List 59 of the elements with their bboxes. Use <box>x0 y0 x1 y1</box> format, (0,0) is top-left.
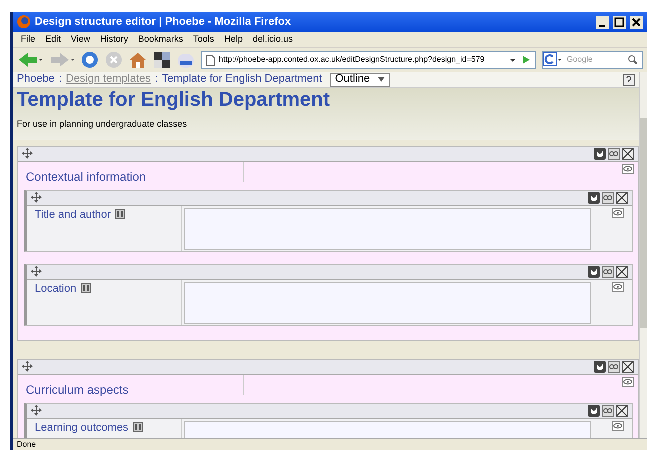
section-title: Contextual information <box>26 170 146 184</box>
close-icon[interactable] <box>616 192 628 204</box>
move-icon[interactable] <box>31 266 42 277</box>
placeholder-text: Google <box>567 54 594 66</box>
breadcrumb-separator: : <box>58 72 62 88</box>
search-engine-icon[interactable] <box>543 52 563 68</box>
menu-item[interactable]: Tools <box>193 32 214 46</box>
breadcrumb-link[interactable]: Template for English Department <box>162 72 322 88</box>
menu-item[interactable]: History <box>100 32 128 46</box>
go-icon <box>521 55 531 65</box>
eye-icon[interactable] <box>622 164 634 174</box>
page-icon <box>206 54 215 66</box>
menu-item[interactable]: Help <box>224 32 243 46</box>
close-icon[interactable] <box>616 404 628 416</box>
move-icon[interactable] <box>31 192 42 203</box>
eye-icon[interactable] <box>622 376 634 386</box>
page-title: Template for English Department <box>17 88 332 112</box>
field-label: Learning outcomes <box>35 420 129 436</box>
section-title: Curriculum aspects <box>26 382 129 396</box>
search-icon[interactable] <box>628 55 638 65</box>
dropdown-icon <box>509 56 517 64</box>
close-button[interactable] <box>630 16 643 28</box>
field-label: Location <box>35 282 77 296</box>
menu-item[interactable]: Edit <box>46 32 62 46</box>
menu-item[interactable]: View <box>71 32 90 46</box>
move-icon[interactable] <box>31 405 42 416</box>
field-label: Title and author <box>35 208 112 222</box>
home-button[interactable] <box>129 51 147 69</box>
eye-icon[interactable] <box>612 420 624 430</box>
page-description: For use in planning undergraduate classes <box>17 118 188 131</box>
close-icon[interactable] <box>616 266 628 278</box>
chain-icon[interactable] <box>608 360 620 372</box>
status-bar: Done <box>13 438 647 450</box>
eye-icon[interactable] <box>612 208 624 218</box>
chain-icon[interactable] <box>602 404 614 416</box>
chain-icon[interactable] <box>608 148 620 160</box>
maximize-button[interactable] <box>613 16 626 28</box>
menu-item[interactable]: del.icio.us <box>252 32 293 46</box>
close-icon[interactable] <box>622 360 634 372</box>
breadcrumb-separator: : <box>155 72 158 88</box>
chain-icon[interactable] <box>602 266 614 278</box>
move-icon[interactable] <box>22 148 33 159</box>
minimize-button[interactable] <box>596 16 609 28</box>
window-title: Design structure editor | Phoebe - Mozilla Firefox <box>35 14 292 30</box>
close-icon[interactable] <box>622 148 634 160</box>
caret-icon <box>378 77 386 82</box>
address-field[interactable]: http://phoebe-app.conted.ox.ac.uk/editDesignStructure.php?design_id=579 <box>201 51 536 69</box>
field-input[interactable] <box>184 208 591 250</box>
menu-item[interactable]: File <box>21 32 36 46</box>
reload-button[interactable] <box>81 51 99 69</box>
move-icon[interactable] <box>22 361 33 372</box>
chain-icon[interactable] <box>602 192 614 204</box>
menu-item[interactable]: Bookmarks <box>138 32 184 46</box>
grid-button[interactable] <box>153 51 171 69</box>
eye-icon[interactable] <box>612 282 624 292</box>
view-select[interactable]: Outline <box>330 72 390 86</box>
help-icon[interactable] <box>623 74 635 86</box>
breadcrumb-link[interactable]: Phoebe <box>17 72 55 88</box>
field-input[interactable] <box>184 282 591 324</box>
